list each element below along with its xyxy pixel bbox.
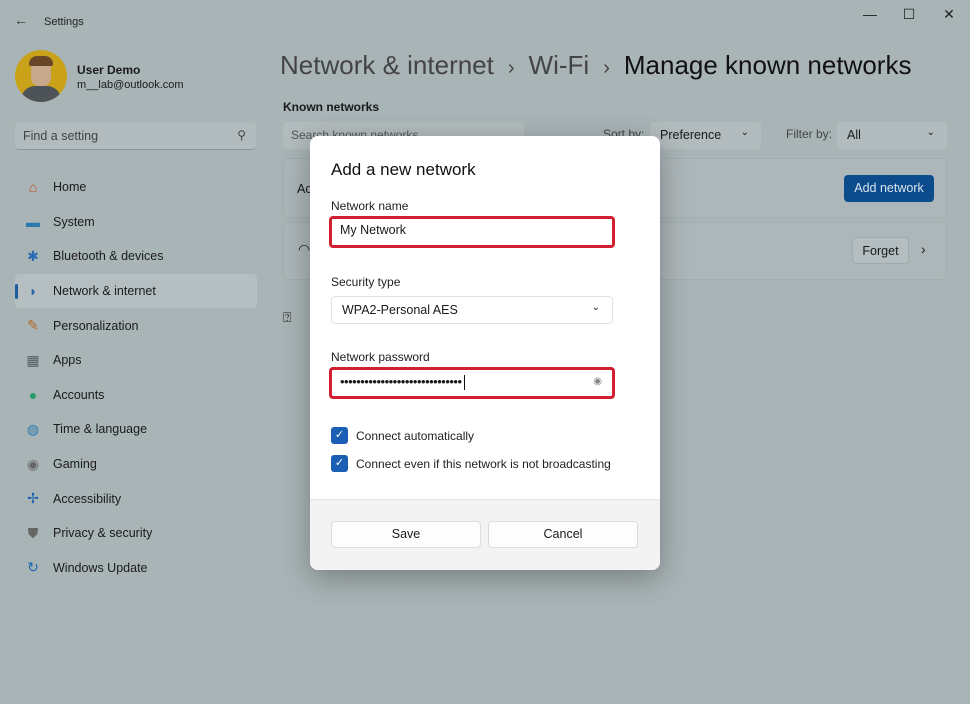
sidebar-item-bluetooth-devices[interactable]: ✱ Bluetooth & devices bbox=[15, 239, 257, 274]
security-type-value: WPA2-Personal AES bbox=[342, 303, 458, 317]
brush-icon: ✎ bbox=[23, 317, 43, 334]
sidebar-item-label: Privacy & security bbox=[53, 526, 152, 540]
shield-icon: ⛊ bbox=[23, 525, 43, 542]
security-type-dropdown[interactable]: WPA2-Personal AES ⌄ bbox=[331, 296, 613, 324]
sidebar-item-label: Home bbox=[53, 180, 86, 194]
sidebar-item-label: Accessibility bbox=[53, 492, 121, 506]
network-name-value: My Network bbox=[340, 223, 406, 237]
security-type-label: Security type bbox=[331, 275, 400, 289]
app-title: Settings bbox=[44, 16, 84, 28]
chevron-down-icon: ⌄ bbox=[927, 127, 935, 138]
sidebar-item-accessibility[interactable]: ✢ Accessibility bbox=[15, 481, 257, 516]
filter-label: Filter by: bbox=[786, 127, 832, 141]
sidebar-item-privacy-security[interactable]: ⛊ Privacy & security bbox=[15, 516, 257, 551]
connect-automatically-checkbox[interactable]: ✓ Connect automatically bbox=[331, 427, 474, 444]
eye-icon[interactable]: ◉ bbox=[593, 376, 602, 387]
sidebar-nav: ⌂ Home ▬ System ✱ Bluetooth & devices ◗ Network… bbox=[15, 170, 257, 585]
forget-button[interactable]: Forget bbox=[852, 237, 909, 264]
breadcrumb: Network & internet › Wi-Fi › Manage known ne… bbox=[280, 50, 911, 81]
network-password-input[interactable]: •••••••••••••••••••••••••••••• ◉ bbox=[329, 367, 615, 399]
gamepad-icon: ◉ bbox=[23, 456, 43, 473]
sidebar-item-gaming[interactable]: ◉ Gaming bbox=[15, 447, 257, 482]
sidebar-item-windows-update[interactable]: ↻ Windows Update bbox=[15, 551, 257, 586]
close-icon[interactable]: ✕ bbox=[934, 6, 964, 23]
help-icon[interactable]: ⍰ bbox=[283, 309, 291, 326]
back-arrow-icon[interactable]: ← bbox=[14, 12, 28, 28]
known-networks-heading: Known networks bbox=[283, 100, 379, 114]
sidebar-item-label: Personalization bbox=[53, 319, 138, 333]
maximize-icon[interactable]: ☐ bbox=[894, 6, 924, 23]
page-title: Manage known networks bbox=[624, 50, 912, 80]
connect-hidden-checkbox[interactable]: ✓ Connect even if this network is not bro… bbox=[331, 455, 611, 472]
add-network-dialog: Add a new network Network name My Networ… bbox=[310, 136, 660, 570]
checkmark-icon: ✓ bbox=[331, 427, 348, 444]
globe-icon: ◍ bbox=[23, 421, 43, 438]
chevron-right-icon: › bbox=[603, 57, 610, 79]
sidebar-item-time-language[interactable]: ◍ Time & language bbox=[15, 412, 257, 447]
sidebar-item-network-internet[interactable]: ◗ Network & internet bbox=[15, 274, 257, 309]
filter-value: All bbox=[847, 128, 861, 142]
sidebar-item-label: Bluetooth & devices bbox=[53, 249, 164, 263]
bluetooth-icon: ✱ bbox=[23, 248, 43, 265]
system-icon: ▬ bbox=[23, 214, 43, 230]
chevron-down-icon: ⌄ bbox=[741, 127, 749, 138]
checkbox-label: Connect even if this network is not broa… bbox=[356, 457, 611, 471]
sidebar-item-label: Apps bbox=[53, 353, 82, 367]
accessibility-icon: ✢ bbox=[23, 490, 43, 507]
chevron-right-icon[interactable]: › bbox=[921, 241, 926, 257]
sidebar-item-apps[interactable]: ▦ Apps bbox=[15, 343, 257, 378]
breadcrumb-network[interactable]: Network & internet bbox=[280, 50, 494, 80]
user-email: m__lab@outlook.com bbox=[77, 79, 184, 91]
password-value: •••••••••••••••••••••••••••••• bbox=[340, 374, 462, 389]
minimize-icon[interactable]: — bbox=[855, 6, 885, 22]
add-network-button[interactable]: Add network bbox=[844, 175, 934, 202]
sidebar-item-accounts[interactable]: ● Accounts bbox=[15, 378, 257, 413]
chevron-down-icon: ⌄ bbox=[592, 302, 600, 313]
sidebar-item-label: Time & language bbox=[53, 422, 147, 436]
sidebar-item-label: Gaming bbox=[53, 457, 97, 471]
dialog-title: Add a new network bbox=[331, 160, 476, 180]
wifi-icon: ◗ bbox=[23, 283, 43, 299]
title-bar: ← Settings — ☐ ✕ bbox=[0, 0, 970, 40]
accounts-icon: ● bbox=[23, 387, 43, 403]
wifi-icon: ◠ bbox=[298, 241, 310, 258]
sidebar-item-label: System bbox=[53, 215, 95, 229]
sidebar-item-home[interactable]: ⌂ Home bbox=[15, 170, 257, 205]
apps-icon: ▦ bbox=[23, 352, 43, 369]
network-name-input[interactable]: My Network bbox=[329, 216, 615, 248]
sort-dropdown[interactable]: Preference ⌄ bbox=[650, 122, 761, 149]
find-setting-input[interactable]: Find a setting ⚲ bbox=[15, 123, 256, 150]
filter-dropdown[interactable]: All ⌄ bbox=[837, 122, 947, 149]
checkbox-label: Connect automatically bbox=[356, 429, 474, 443]
password-label: Network password bbox=[331, 350, 430, 364]
cancel-button[interactable]: Cancel bbox=[488, 521, 638, 548]
home-icon: ⌂ bbox=[23, 179, 43, 195]
sidebar-item-personalization[interactable]: ✎ Personalization bbox=[15, 308, 257, 343]
search-placeholder: Find a setting bbox=[23, 129, 98, 143]
chevron-right-icon: › bbox=[508, 57, 515, 79]
dialog-footer: Save Cancel bbox=[310, 499, 660, 570]
sidebar-item-label: Accounts bbox=[53, 388, 104, 402]
sort-value: Preference bbox=[660, 128, 721, 142]
network-name-label: Network name bbox=[331, 199, 408, 213]
user-name: User Demo bbox=[77, 63, 140, 77]
sidebar-item-system[interactable]: ▬ System bbox=[15, 205, 257, 240]
breadcrumb-wifi[interactable]: Wi-Fi bbox=[529, 50, 590, 80]
save-button[interactable]: Save bbox=[331, 521, 481, 548]
sidebar-item-label: Windows Update bbox=[53, 561, 148, 575]
sidebar-item-label: Network & internet bbox=[53, 284, 156, 298]
avatar[interactable] bbox=[15, 50, 67, 102]
search-icon: ⚲ bbox=[237, 128, 246, 142]
checkmark-icon: ✓ bbox=[331, 455, 348, 472]
update-icon: ↻ bbox=[23, 559, 43, 576]
